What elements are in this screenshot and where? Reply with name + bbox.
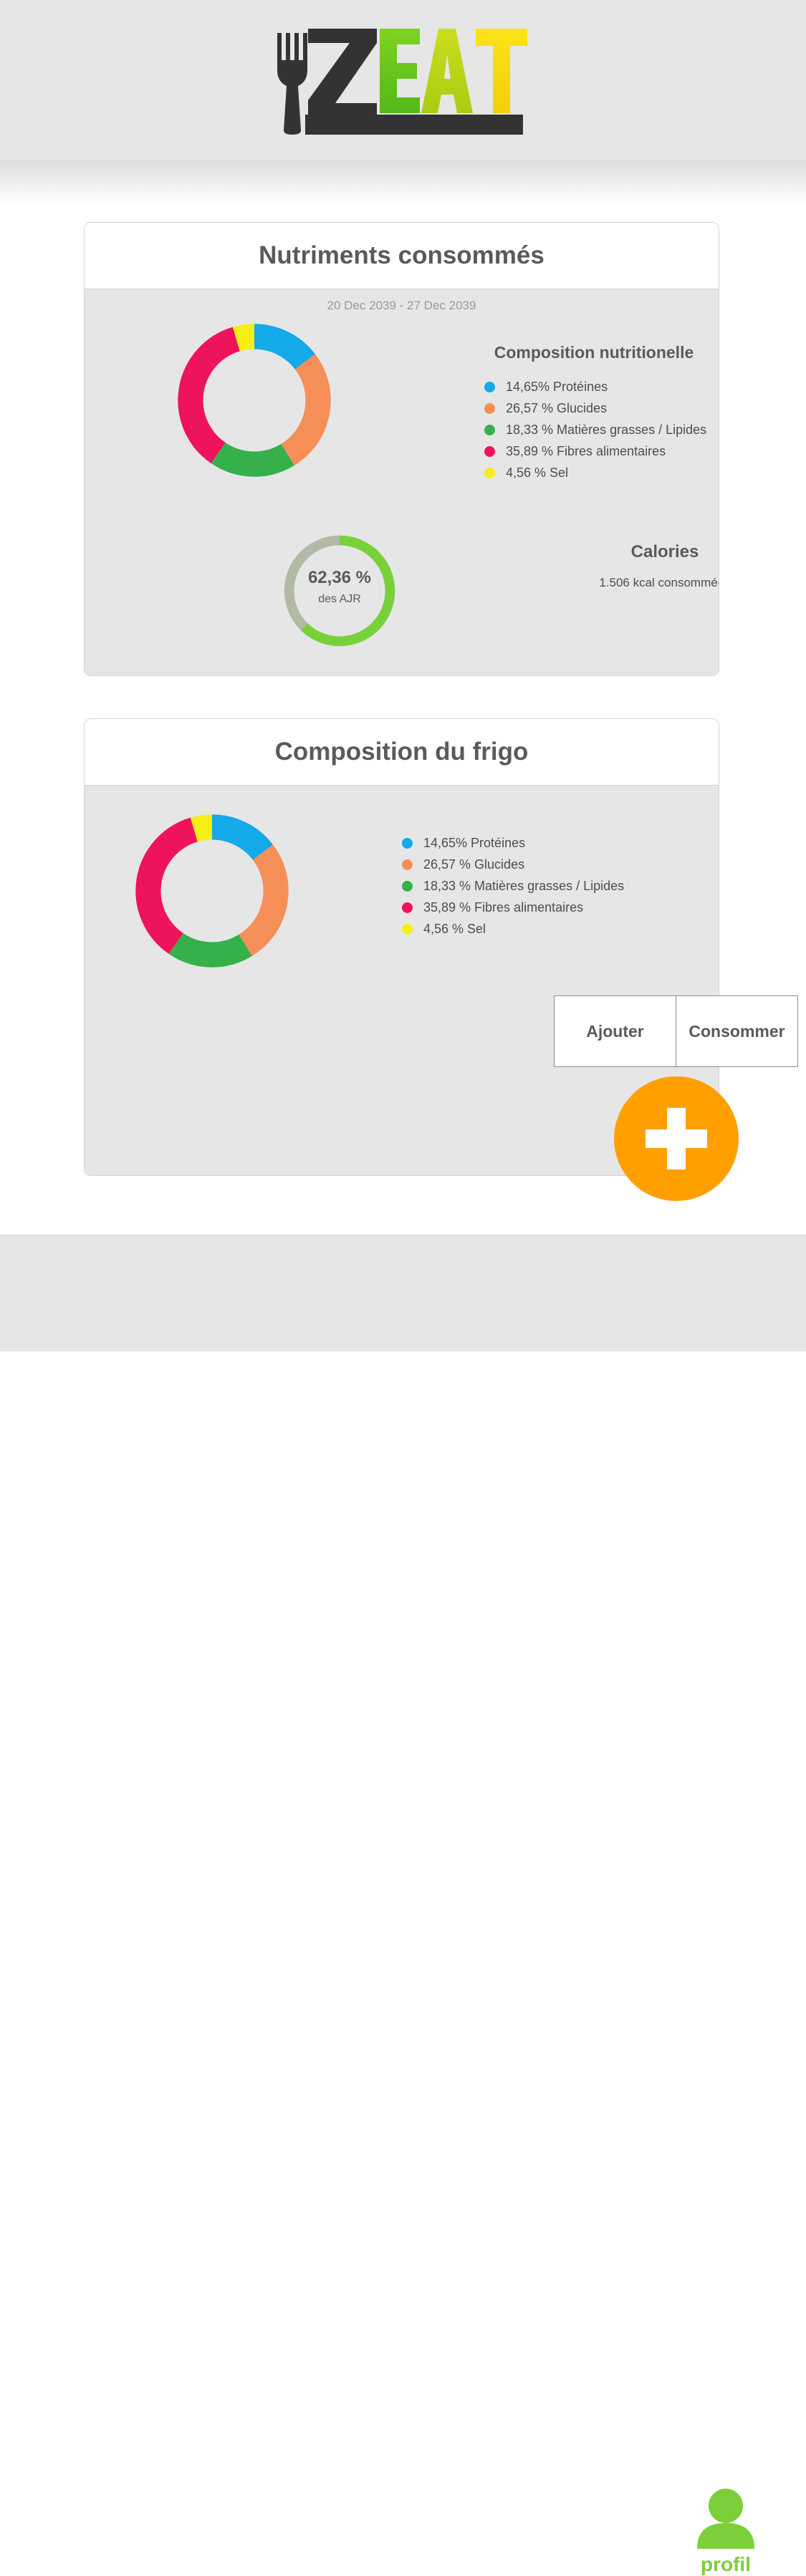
ajr-ring-fill <box>300 535 395 647</box>
nutrients-legend: 14,65% Protéines 26,57 % Glucides 18,33 % … <box>484 376 706 484</box>
fridge-legend-item: 4,56 % Sel <box>402 919 624 940</box>
profile-label: profil <box>701 2553 751 2575</box>
fridge-legend-item: 26,57 % Glucides <box>402 854 624 875</box>
fridge-legend-dot <box>402 902 413 914</box>
calories-text: 1.506 kcal consommées <box>599 576 719 589</box>
nutrients-legend-label: 35,89 % Fibres alimentaires <box>506 444 666 459</box>
ajr-label: des AJR <box>318 593 361 605</box>
logo-letter-t <box>476 29 527 113</box>
add-button[interactable]: Ajouter <box>555 996 676 1066</box>
fridge-legend: 14,65% Protéines 26,57 % Glucides 18,33 % … <box>402 832 624 940</box>
fridge-card-title: Composition du frigo <box>274 738 529 766</box>
nutrients-legend-item: 4,56 % Sel <box>484 463 706 484</box>
zeat-logo <box>277 29 527 135</box>
date-range: 20 Dec 2039 - 27 Dec 2039 <box>327 299 476 312</box>
fridge-slice-5 <box>190 814 213 842</box>
composition-legend-title: Composition nutritionelle <box>494 343 694 362</box>
app-header <box>0 0 806 160</box>
nutrients-legend-dot <box>484 402 495 414</box>
bottom-bar: profil <box>0 1235 806 2575</box>
fork-icon <box>277 33 307 135</box>
fridge-legend-item: 18,33 % Matières grasses / Lipides <box>402 875 624 897</box>
logo-letter-z <box>308 29 377 115</box>
fridge-slice-1 <box>211 814 273 861</box>
nutrients-legend-dot <box>484 424 495 435</box>
fridge-slice-2 <box>238 844 289 956</box>
nutrients-legend-label: 18,33 % Matières grasses / Lipides <box>506 422 707 437</box>
nutrients-legend-label: 26,57 % Glucides <box>506 400 608 415</box>
fridge-legend-label: 4,56 % Sel <box>423 922 486 937</box>
nutrients-card: Nutriments consommés 20 Dec 2039 - 27 De… <box>84 222 719 676</box>
action-menu: Ajouter Consommer <box>554 995 798 1067</box>
nutrients-legend-item: 14,65% Protéines <box>484 376 706 397</box>
nutrients-legend-dot <box>484 446 495 458</box>
nutrients-donut-chart <box>178 324 331 477</box>
fridge-legend-item: 14,65% Protéines <box>402 832 624 854</box>
nutrients-slice-5 <box>232 324 255 352</box>
nutrients-card-header: Nutriments consommés <box>85 223 719 289</box>
nutrients-card-title: Nutriments consommés <box>259 241 544 269</box>
fridge-legend-label: 26,57 % Glucides <box>423 857 525 872</box>
fridge-legend-label: 18,33 % Matières grasses / Lipides <box>423 878 625 893</box>
fridge-legend-dot <box>402 859 413 870</box>
fridge-legend-item: 35,89 % Fibres alimentaires <box>402 897 624 919</box>
nutrients-legend-item: 35,89 % Fibres alimentaires <box>484 441 706 463</box>
fridge-legend-dot <box>402 924 413 935</box>
nutrients-slice-2 <box>280 354 331 465</box>
logo-underline <box>305 115 523 135</box>
calories-title: Calories <box>630 542 699 561</box>
add-fab-button[interactable] <box>614 1076 739 1201</box>
nutrients-legend-dot <box>484 381 495 392</box>
header-shadow <box>0 160 806 203</box>
fridge-card-header: Composition du frigo <box>85 719 719 786</box>
logo-letter-e <box>380 29 420 113</box>
nutrients-slice-1 <box>254 324 315 370</box>
fridge-legend-label: 35,89 % Fibres alimentaires <box>423 900 584 915</box>
consume-button[interactable]: Consommer <box>676 996 797 1066</box>
user-icon <box>697 2489 754 2549</box>
fridge-donut-chart <box>135 814 289 968</box>
nutrients-legend-item: 26,57 % Glucides <box>484 397 706 419</box>
nutrients-legend-label: 4,56 % Sel <box>506 465 569 481</box>
nutrients-legend-dot <box>484 468 495 479</box>
nutrients-slice-3 <box>211 442 294 477</box>
fridge-legend-dot <box>402 837 413 849</box>
fridge-slice-4 <box>135 817 198 955</box>
ajr-value: 62,36 % <box>307 568 372 587</box>
nutrients-legend-item: 18,33 % Matières grasses / Lipides <box>484 419 706 440</box>
logo-letter-a <box>421 29 473 113</box>
fridge-legend-dot <box>402 880 413 892</box>
fridge-slice-3 <box>168 932 252 968</box>
nutrients-slice-4 <box>178 327 241 464</box>
fridge-legend-label: 14,65% Protéines <box>423 835 526 850</box>
nutrients-legend-label: 14,65% Protéines <box>506 379 608 394</box>
ajr-ring-chart <box>284 535 395 647</box>
profile-button[interactable]: profil <box>690 2487 762 2576</box>
